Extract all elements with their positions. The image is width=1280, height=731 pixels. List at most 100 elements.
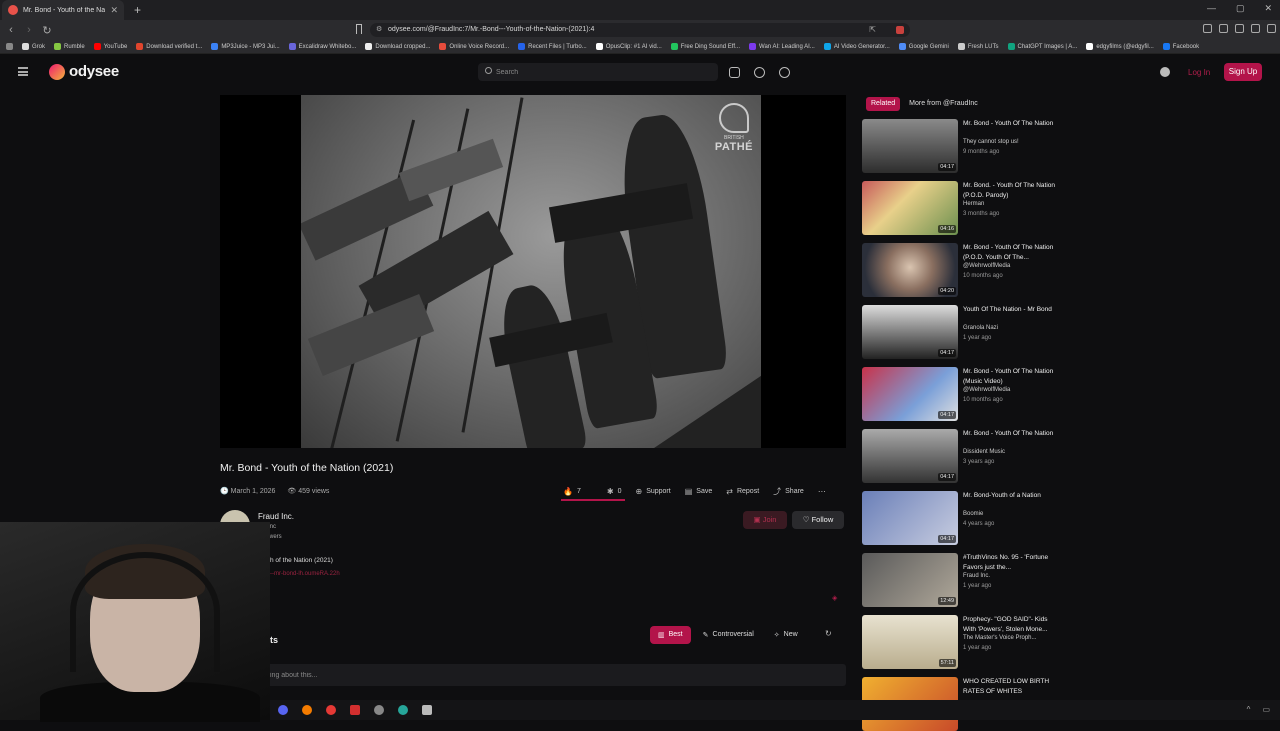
video-player[interactable]: BRITISH PATHÉ bbox=[220, 95, 846, 448]
firefox-icon[interactable] bbox=[302, 705, 312, 715]
related-video-item[interactable]: 12:49 #TruthVinos No. 95 - 'Fortune Favor… bbox=[862, 553, 1062, 607]
share-icon[interactable]: ⇱ bbox=[869, 25, 876, 34]
related-title[interactable]: Mr. Bond - Youth Of The Nation (P.O.D. Y… bbox=[963, 243, 1059, 263]
bookmark-item[interactable]: YouTube bbox=[93, 43, 127, 50]
comment-box[interactable] bbox=[260, 664, 846, 686]
bookmark-item[interactable]: Online Voice Record... bbox=[439, 43, 509, 50]
signup-button[interactable]: Sign Up bbox=[1224, 63, 1262, 81]
like-button[interactable]: 🔥 7 bbox=[563, 486, 581, 497]
related-thumbnail[interactable]: 04:17 bbox=[862, 367, 958, 421]
extension-icon[interactable] bbox=[896, 26, 904, 34]
related-thumbnail[interactable]: 04:17 bbox=[862, 305, 958, 359]
obs-icon[interactable] bbox=[374, 705, 384, 715]
tray-chevron-icon[interactable]: ^ bbox=[1247, 705, 1251, 714]
related-title[interactable]: Prophecy- "GOD SAID"- Kids With 'Powers'… bbox=[963, 615, 1059, 635]
related-video-item[interactable]: 04:17 Mr. Bond - Youth Of The Nation (Mus… bbox=[862, 367, 1062, 421]
back-icon[interactable]: ‹ bbox=[4, 24, 18, 36]
bookmark-item[interactable]: Facebook bbox=[1162, 43, 1199, 50]
more-options-icon[interactable]: ⋯ bbox=[818, 486, 826, 497]
related-video-item[interactable]: 04:17 Youth Of The Nation - Mr Bond Granol… bbox=[862, 305, 1062, 359]
related-channel[interactable]: The Master's Voice Proph... bbox=[963, 635, 1059, 641]
sort-new-button[interactable]: ✧ New bbox=[766, 626, 806, 644]
close-tab-icon[interactable]: ✕ bbox=[110, 5, 118, 16]
repost-button[interactable]: ⇄ Repost bbox=[726, 486, 759, 497]
related-channel[interactable]: They cannot stop us! bbox=[963, 139, 1059, 145]
bookmark-item[interactable]: Rumble bbox=[54, 43, 85, 50]
upload-icon[interactable] bbox=[729, 67, 740, 78]
related-video-item[interactable]: 57:11 Prophecy- "GOD SAID"- Kids With 'Po… bbox=[862, 615, 1062, 669]
login-link[interactable]: Log In bbox=[1188, 68, 1210, 77]
hamburger-menu-icon[interactable] bbox=[18, 67, 28, 76]
tab-more-from[interactable]: More from @FraudInc bbox=[904, 97, 983, 111]
brave-icon[interactable] bbox=[326, 705, 336, 715]
url-field[interactable]: ⚙ odysee.com/@FraudInc:7/Mr.-Bond---Yout… bbox=[370, 23, 910, 37]
bookmark-item[interactable]: Download cropped... bbox=[365, 43, 430, 50]
related-channel[interactable]: Granola Nazi bbox=[963, 325, 1059, 331]
apps-icon[interactable] bbox=[6, 43, 13, 50]
save-button[interactable]: ▤ Save bbox=[685, 486, 713, 497]
minimize-icon[interactable]: — bbox=[1207, 3, 1216, 14]
related-title[interactable]: Mr. Bond - Youth Of The Nation (Music Vi… bbox=[963, 367, 1059, 387]
bookmark-item[interactable]: Google Gemini bbox=[898, 43, 949, 50]
related-video-item[interactable]: 04:17 Mr. Bond-Youth of a Nation Boomie 4 y… bbox=[862, 491, 1062, 545]
join-button[interactable]: ▣ Join bbox=[743, 511, 787, 529]
related-thumbnail[interactable]: 12:49 bbox=[862, 553, 958, 607]
dislike-button[interactable]: ✱ 0 bbox=[607, 486, 622, 497]
edge-icon[interactable] bbox=[398, 705, 408, 715]
explorer-icon[interactable] bbox=[422, 705, 432, 715]
related-channel[interactable]: Dissident Music bbox=[963, 449, 1059, 455]
support-button[interactable]: ⊕ Support bbox=[635, 486, 670, 497]
bookmark-item[interactable]: edgyfilms (@edgyfil... bbox=[1086, 43, 1154, 50]
related-channel[interactable]: Fraud Inc. bbox=[963, 573, 1059, 579]
related-channel[interactable]: @WehrwolfMedia bbox=[963, 387, 1059, 393]
bookmark-item[interactable]: ChatGPT Images | A... bbox=[1007, 43, 1077, 50]
menu-icon[interactable] bbox=[1267, 24, 1276, 33]
related-title[interactable]: WHO CREATED LOW BIRTH RATES OF WHITES bbox=[963, 677, 1059, 697]
search-input[interactable] bbox=[496, 65, 706, 79]
related-thumbnail[interactable]: 04:16 bbox=[862, 181, 958, 235]
reload-icon[interactable]: ↻ bbox=[40, 24, 54, 37]
new-tab-icon[interactable]: + bbox=[134, 3, 141, 17]
tab-related[interactable]: Related bbox=[866, 97, 901, 111]
related-thumbnail[interactable]: 04:17 bbox=[862, 491, 958, 545]
follow-button[interactable]: ♡ Follow bbox=[792, 511, 844, 529]
bookmark-item[interactable]: Free Ding Sound Eff... bbox=[670, 43, 740, 50]
search-bar[interactable] bbox=[478, 63, 718, 81]
downloads-icon[interactable] bbox=[1235, 24, 1244, 33]
notification-icon[interactable]: ▭ bbox=[1262, 705, 1270, 714]
bookmark-item[interactable]: Excalidraw Whitebo... bbox=[288, 43, 356, 50]
browser-tab[interactable]: Mr. Bond - Youth of the Natio ✕ bbox=[2, 0, 124, 20]
related-video-item[interactable]: 04:20 Mr. Bond - Youth Of The Nation (P.O… bbox=[862, 243, 1062, 297]
related-channel[interactable]: Herman bbox=[963, 201, 1059, 207]
bookmark-item[interactable]: Recent Files | Turbo... bbox=[518, 43, 587, 50]
related-title[interactable]: Mr. Bond - Youth Of The Nation bbox=[963, 119, 1059, 129]
related-channel[interactable]: Boomie bbox=[963, 511, 1059, 517]
related-thumbnail[interactable]: 04:17 bbox=[862, 429, 958, 483]
bookmark-item[interactable]: Download verified t... bbox=[136, 43, 202, 50]
related-video-item[interactable]: 04:16 Mr. Bond. - Youth Of The Nation (P.… bbox=[862, 181, 1062, 235]
related-title[interactable]: #TruthVinos No. 95 - 'Fortune Favors jus… bbox=[963, 553, 1059, 573]
related-channel[interactable]: @WehrwolfMedia bbox=[963, 263, 1059, 269]
comment-input[interactable] bbox=[270, 668, 830, 682]
help-icon[interactable] bbox=[779, 67, 790, 78]
related-title[interactable]: Mr. Bond - Youth Of The Nation bbox=[963, 429, 1059, 439]
related-video-item[interactable]: 04:17 Mr. Bond - Youth Of The Nation They … bbox=[862, 119, 1062, 173]
bookmark-item[interactable]: AI Video Generator... bbox=[823, 43, 890, 50]
related-thumbnail[interactable]: 57:11 bbox=[862, 615, 958, 669]
odysee-logo[interactable]: odysee bbox=[49, 63, 119, 80]
maximize-icon[interactable]: ▢ bbox=[1236, 3, 1245, 14]
sort-controversial-button[interactable]: ✎ Controversial bbox=[695, 626, 762, 644]
bookmark-item[interactable]: MP3Juice - MP3 Jui... bbox=[211, 43, 280, 50]
related-video-item[interactable]: 04:17 Mr. Bond - Youth Of The Nation Dissi… bbox=[862, 429, 1062, 483]
related-thumbnail[interactable]: 04:20 bbox=[862, 243, 958, 297]
bookmark-item[interactable]: OpusClip: #1 AI vid... bbox=[595, 43, 662, 50]
bookmark-item[interactable]: Wan AI: Leading AI... bbox=[749, 43, 815, 50]
related-title[interactable]: Youth Of The Nation - Mr Bond bbox=[963, 305, 1059, 315]
channel-name[interactable]: Fraud Inc. bbox=[258, 512, 294, 521]
app-icon[interactable] bbox=[350, 705, 360, 715]
sidebar-icon[interactable] bbox=[1219, 24, 1228, 33]
close-window-icon[interactable]: ✕ bbox=[1264, 3, 1272, 14]
profile-icon[interactable] bbox=[1251, 24, 1260, 33]
sort-best-button[interactable]: ▥ Best bbox=[650, 626, 691, 644]
theme-toggle-icon[interactable] bbox=[1160, 67, 1170, 77]
